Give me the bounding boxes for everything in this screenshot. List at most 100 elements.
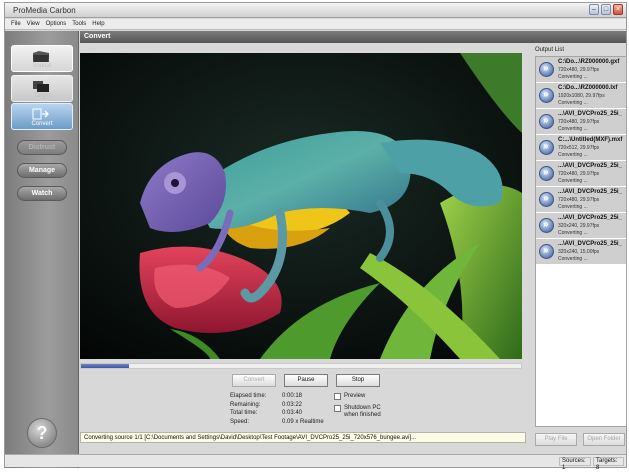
checkbox-box[interactable]: [334, 393, 341, 400]
output-item-name: ...\AVI_DVCPro25_25i_: [558, 215, 622, 221]
play-file-button[interactable]: Play File: [535, 433, 577, 446]
menu-view[interactable]: View: [27, 21, 40, 27]
output-item-meta: 720x480, 29.97fps: [558, 171, 600, 177]
menu-help[interactable]: Help: [92, 21, 104, 27]
output-item-meta: 320x240, 15.00fps: [558, 249, 600, 255]
output-list[interactable]: C:\Do...\RZ000000.gxf720x480, 29.97fpsCo…: [535, 56, 627, 427]
output-item-name: ...\AVI_DVCPro25_25i_: [558, 241, 622, 247]
output-item-name: C:\Do...\RZ000000.gxf: [558, 59, 620, 65]
output-target-icon: [539, 192, 554, 207]
output-target-icon: [539, 88, 554, 103]
target-files-icon: [33, 81, 49, 92]
conversion-progress-bar: [80, 363, 522, 369]
output-list-item[interactable]: C:\Do...\RZ000000.lxf 1920x1080, 29.97fps…: [536, 83, 626, 109]
menu-options[interactable]: Options: [46, 21, 67, 27]
output-list-item[interactable]: C:\Do...\RZ000000.gxf 720x480, 29.97fpsCo…: [536, 57, 626, 83]
output-item-meta: 720x480, 29.97fps: [558, 67, 600, 73]
output-item-name: C:...\Untitled(MXF).mxf: [558, 137, 623, 143]
close-button[interactable]: ×: [613, 4, 623, 15]
output-item-meta: 1920x1080, 29.97fps: [558, 93, 605, 99]
output-item-status: Converting ...: [558, 100, 588, 106]
output-item-status: Converting ...: [558, 126, 588, 132]
manage-button[interactable]: Manage: [17, 163, 67, 178]
preview-checkbox[interactable]: Preview: [334, 393, 365, 400]
sidebar-tile-target[interactable]: Target: [11, 75, 73, 102]
output-item-meta: 720x480, 29.97fps: [558, 197, 600, 203]
pause-button[interactable]: Pause: [284, 374, 328, 387]
output-target-icon: [539, 140, 554, 155]
shutdown-checkbox[interactable]: Shutdown PC when finished: [334, 405, 388, 419]
output-list-item[interactable]: ...\AVI_DVCPro25_25i_ 720x480, 29.97fpsCo…: [536, 109, 626, 135]
sidebar-tile-label: Source: [32, 63, 52, 69]
sidebar-tile-label: Target: [33, 93, 51, 99]
preview-image: [80, 53, 522, 359]
title-bar[interactable]: ProMedia Carbon – □ ×: [5, 3, 626, 18]
folder-icon: [33, 51, 49, 62]
output-item-name: ...\AVI_DVCPro25_25i_: [558, 163, 622, 169]
minimize-button[interactable]: –: [589, 4, 599, 15]
maximize-button[interactable]: □: [601, 4, 611, 15]
help-button[interactable]: ?: [27, 418, 57, 448]
output-target-icon: [539, 114, 554, 129]
conversion-status-line: Converting source 1/1 [C:\Documents and …: [80, 432, 526, 443]
stat-row-total: Total time: 0:03:40: [230, 409, 330, 418]
targets-count: Targets: 8: [593, 457, 624, 471]
sources-count: Sources: 1: [559, 457, 591, 471]
output-item-status: Converting ...: [558, 178, 588, 184]
output-item-meta: 720x512, 29.97fps: [558, 145, 600, 151]
window-controls: – □ ×: [589, 4, 623, 15]
stat-value: 0.09 x Realtime: [282, 418, 324, 425]
stat-label: Elapsed time:: [230, 393, 267, 400]
sidebar-tile-convert[interactable]: Convert: [11, 103, 73, 130]
output-item-status: Converting ...: [558, 74, 588, 80]
stop-button[interactable]: Stop: [336, 374, 380, 387]
output-list-item[interactable]: ...\AVI_DVCPro25_25i_ 720x480, 29.97fpsCo…: [536, 161, 626, 187]
output-list-item[interactable]: C:...\Untitled(MXF).mxf 720x512, 29.97fps…: [536, 135, 626, 161]
output-item-meta: 720x480, 29.97fps: [558, 119, 600, 125]
output-item-name: ...\AVI_DVCPro25_25i_: [558, 189, 622, 195]
menu-bar: File View Options Tools Help: [5, 19, 626, 30]
menu-tools[interactable]: Tools: [72, 21, 86, 27]
sidebar: Source Target Convert Distrust Manage Wa…: [5, 31, 79, 468]
menu-file[interactable]: File: [11, 21, 21, 27]
convert-button[interactable]: Convert: [232, 374, 276, 387]
page-title: Convert: [80, 31, 626, 43]
output-list-item[interactable]: ...\AVI_DVCPro25_25i_ 720x480, 29.97fpsCo…: [536, 187, 626, 213]
output-item-status: Converting ...: [558, 152, 588, 158]
stat-value: 0:03:22: [282, 401, 303, 408]
output-target-icon: [539, 62, 554, 77]
output-target-icon: [539, 218, 554, 233]
output-item-name: ...\AVI_DVCPro25_25i_: [558, 111, 622, 117]
stat-label: Total time:: [230, 410, 258, 417]
conversion-progress-fill: [81, 364, 130, 368]
stat-label: Remaining:: [230, 401, 261, 408]
sidebar-tile-label: Convert: [31, 121, 53, 127]
output-item-meta: 320x240, 29.97fps: [558, 223, 600, 229]
distrust-button[interactable]: Distrust: [17, 140, 67, 155]
output-list-item[interactable]: ...\AVI_DVCPro25_25i_ 320x240, 15.00fpsCo…: [536, 239, 626, 265]
window-title: ProMedia Carbon: [13, 6, 76, 15]
output-item-status: Converting ...: [558, 230, 588, 236]
status-bar: Sources: 1 Targets: 8: [5, 454, 626, 471]
stat-row-elapsed: Elapsed time: 0:00:18: [230, 392, 330, 401]
output-target-icon: [539, 244, 554, 259]
sidebar-tile-source[interactable]: Source: [11, 45, 73, 72]
output-target-icon: [539, 166, 554, 181]
stat-value: 0:00:18: [282, 393, 303, 400]
open-folder-button[interactable]: Open Folder: [583, 433, 625, 446]
output-list-item[interactable]: ...\AVI_DVCPro25_25i_ 320x240, 29.97fpsCo…: [536, 213, 626, 239]
stat-row-remaining: Remaining: 0:03:22: [230, 401, 330, 410]
stat-label: Speed:: [230, 418, 250, 425]
conversion-stats: Elapsed time: 0:00:18 Remaining: 0:03:22…: [230, 392, 330, 426]
checkbox-label: Shutdown PC when finished: [344, 405, 381, 418]
output-list-header: Output List: [535, 47, 565, 53]
chameleon-preview-picture: [80, 53, 522, 359]
convert-icon: [32, 108, 49, 120]
output-item-status: Converting ...: [558, 204, 588, 210]
output-item-name: C:\Do...\RZ000000.lxf: [558, 85, 618, 91]
stat-row-speed: Speed: 0.09 x Realtime: [230, 418, 330, 427]
checkbox-label: Preview: [344, 393, 366, 399]
checkbox-box[interactable]: [334, 405, 341, 412]
watch-button[interactable]: Watch: [17, 186, 67, 201]
output-item-status: Converting ...: [558, 256, 588, 262]
